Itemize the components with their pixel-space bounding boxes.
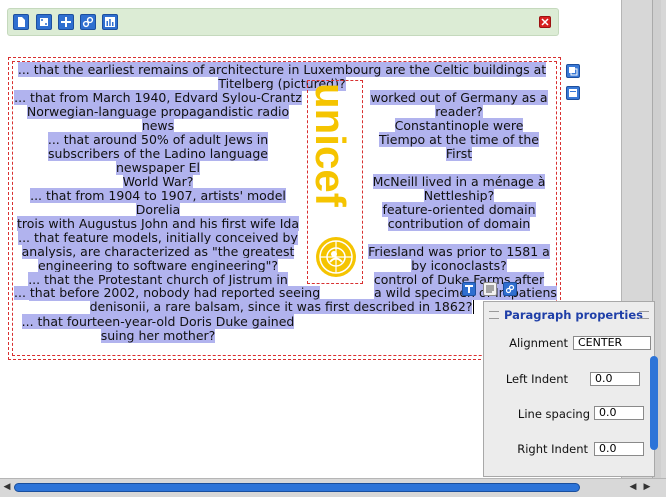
text-line: worked out of Germany as a (370, 90, 548, 105)
text-line: Constantinople were (394, 118, 524, 133)
text-line: by iconoclasts? (411, 258, 507, 273)
text-line: World War? (122, 174, 194, 189)
right-indent-label: Right Indent (517, 442, 588, 456)
scroll-left-icon[interactable]: ◀ (628, 482, 638, 492)
left-indent-field[interactable]: 0.0 (590, 372, 640, 386)
text-line: ... that the earliest remains of archite… (17, 62, 547, 77)
right-indent-field[interactable]: 0.0 (594, 442, 644, 456)
link-icon[interactable] (80, 14, 96, 30)
text-line: Nettleship? (423, 188, 495, 203)
text-line: McNeill lived in a ménage à (372, 174, 546, 189)
grip-icon[interactable] (489, 311, 499, 319)
dice-icon[interactable] (36, 14, 52, 30)
vertical-scrollbar-thumb[interactable] (650, 356, 658, 450)
text-line: suing her mother? (100, 328, 216, 343)
scroll-left-icon[interactable]: ◀ (2, 482, 12, 492)
text-line: ... that feature models, initially conce… (18, 230, 298, 245)
grip-icon[interactable] (639, 311, 649, 319)
text-line: subscribers of the Ladino language newsp… (48, 146, 268, 175)
chart-icon[interactable] (102, 14, 118, 30)
new-page-icon[interactable] (13, 14, 29, 30)
panel-title: Paragraph properties (504, 308, 643, 322)
horizontal-scrollbar[interactable]: ◀ ◀ ▶ (0, 478, 666, 497)
text-cursor: ​ (473, 299, 475, 314)
frame-properties-icon[interactable] (566, 86, 580, 100)
paragraph-properties-panel: Paragraph properties Alignment CENTER Le… (483, 301, 655, 477)
scroll-right-icon[interactable]: ▶ (642, 482, 652, 492)
paragraph-top[interactable]: ... that the earliest remains of archite… (14, 62, 550, 91)
link-tool-icon[interactable] (503, 282, 517, 296)
text-line: Tiempo at the time of the First (379, 132, 539, 161)
text-line: ... that fourteen-year-old Doris Duke ga… (21, 314, 295, 329)
unicef-logo-text: unicef (308, 83, 354, 208)
line-spacing-field[interactable]: 0.0 (594, 406, 644, 420)
close-icon[interactable] (539, 16, 551, 28)
text-line: Norwegian-language propagandistic radio … (26, 104, 290, 133)
text-line: feature-oriented domain (382, 202, 536, 217)
unicef-image[interactable]: unicef (307, 80, 363, 284)
text-line: denisonii, a rare balsam, since it was f… (89, 299, 473, 314)
unicef-emblem-icon (316, 237, 356, 277)
copy-frame-icon[interactable] (566, 64, 580, 78)
text-line: ... that from March 1940, Edvard Sylou-C… (14, 90, 302, 105)
line-spacing-label: Line spacing (517, 407, 590, 421)
add-icon[interactable] (58, 14, 74, 30)
right-column[interactable]: worked out of Germany as a reader? Const… (368, 90, 550, 287)
main-toolbar (7, 8, 559, 36)
alignment-select[interactable]: CENTER (573, 336, 651, 350)
text-line: trois with Augustus John and his first w… (17, 216, 299, 231)
text-line: reader? (435, 104, 483, 119)
text-tool-icon[interactable] (462, 282, 476, 296)
text-line: engineering to software engineering"? (37, 258, 279, 273)
alignment-label: Alignment (509, 336, 568, 350)
text-line: ... that around 50% of adult Jews in (47, 132, 269, 147)
paragraph-tool-icon[interactable] (483, 282, 497, 296)
text-line: ... that from 1904 to 1907, artists' mod… (30, 188, 286, 217)
left-indent-label: Left Indent (505, 372, 568, 386)
text-line: ... that before 2002, nobody had reporte… (14, 285, 321, 300)
text-line: Friesland was prior to 1581 a (368, 244, 550, 259)
text-line: analysis, are characterized as "the grea… (21, 244, 295, 259)
text-line: contribution of domain (387, 216, 531, 231)
horizontal-scrollbar-thumb[interactable] (14, 483, 580, 492)
